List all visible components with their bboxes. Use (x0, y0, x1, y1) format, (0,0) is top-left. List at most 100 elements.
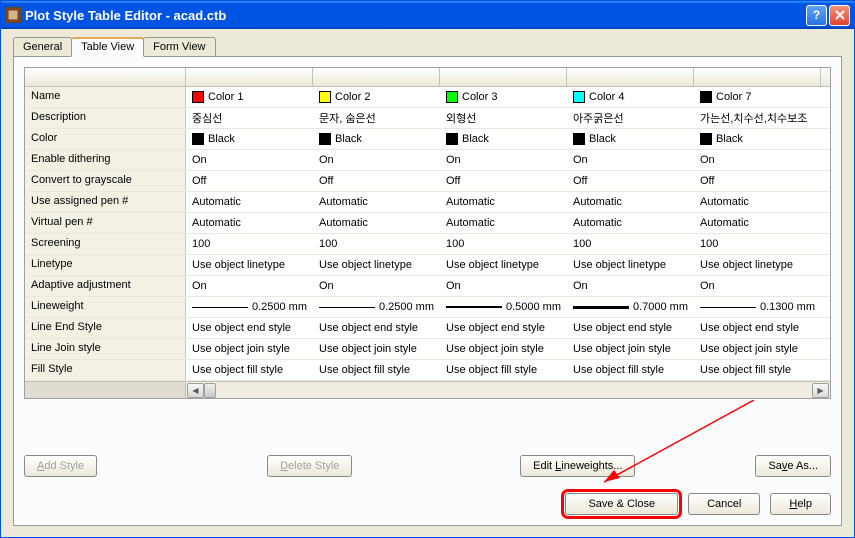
grid-cell[interactable]: Use object fill style (694, 360, 821, 380)
grid-cell[interactable]: Color 7 (694, 87, 821, 107)
grid-cell[interactable]: 100 (567, 234, 694, 254)
grid-cell[interactable]: Use object end style (567, 318, 694, 338)
grid-cell[interactable]: On (694, 150, 821, 170)
grid-cell[interactable]: Black (694, 129, 821, 149)
grid-cell[interactable]: Use object linetype (313, 255, 440, 275)
save-as-button[interactable]: Save As... (755, 455, 831, 477)
grid-cell[interactable]: On (313, 276, 440, 296)
grid-header-col[interactable] (186, 68, 313, 86)
grid-cell[interactable]: 0.1300 mm (694, 297, 821, 317)
scroll-thumb[interactable] (204, 383, 216, 398)
grid-cell[interactable]: Automatic (440, 213, 567, 233)
grid-cell[interactable]: Automatic (694, 213, 821, 233)
grid-cell[interactable]: Color 4 (567, 87, 694, 107)
row-label: Line End Style (25, 318, 186, 338)
cancel-button[interactable]: Cancel (688, 493, 760, 515)
grid-cell[interactable]: Use object fill style (567, 360, 694, 380)
grid-cell[interactable]: 100 (440, 234, 567, 254)
grid-cell[interactable]: 아주굵은선 (567, 108, 694, 128)
tab-form-view[interactable]: Form View (143, 37, 215, 56)
grid-cell[interactable]: 100 (186, 234, 313, 254)
grid-cell[interactable]: Use object linetype (440, 255, 567, 275)
grid-cell[interactable]: 0.2500 mm (186, 297, 313, 317)
row-label: Lineweight (25, 297, 186, 317)
tab-general[interactable]: General (13, 37, 72, 56)
save-close-button[interactable]: Save & Close (565, 493, 678, 515)
grid-cell[interactable]: Automatic (313, 213, 440, 233)
grid-header-col[interactable] (313, 68, 440, 86)
grid-cell[interactable]: Use object join style (567, 339, 694, 359)
grid-cell[interactable]: Color 1 (186, 87, 313, 107)
grid-cell[interactable]: Black (440, 129, 567, 149)
grid-cell[interactable]: Use object linetype (694, 255, 821, 275)
grid-cell[interactable]: Use object end style (186, 318, 313, 338)
grid-cell[interactable]: 문자, 숨은선 (313, 108, 440, 128)
grid-cell[interactable]: Automatic (694, 192, 821, 212)
grid-cell[interactable]: On (694, 276, 821, 296)
close-icon (835, 10, 845, 20)
grid-cell[interactable]: On (313, 150, 440, 170)
grid-cell[interactable]: Use object linetype (567, 255, 694, 275)
grid-cell[interactable]: Automatic (313, 192, 440, 212)
grid-cell[interactable]: Black (567, 129, 694, 149)
grid-cell[interactable]: 0.7000 mm (567, 297, 694, 317)
grid-cell[interactable]: Automatic (186, 213, 313, 233)
grid-cell[interactable]: Automatic (567, 213, 694, 233)
grid-cell[interactable]: Black (313, 129, 440, 149)
grid-header-col[interactable] (694, 68, 821, 86)
grid-cell[interactable]: Automatic (440, 192, 567, 212)
edit-lineweights-button[interactable]: Edit Lineweights... (520, 455, 635, 477)
grid-cell[interactable]: Use object join style (186, 339, 313, 359)
grid-cell[interactable]: Off (186, 171, 313, 191)
row-label: Description (25, 108, 186, 128)
scroll-right-button[interactable]: ▶ (812, 383, 829, 398)
titlebar-close-button[interactable] (829, 5, 850, 26)
grid-cell[interactable]: Use object fill style (313, 360, 440, 380)
grid-cell[interactable]: 0.2500 mm (313, 297, 440, 317)
cell-text: 0.5000 mm (506, 301, 561, 313)
grid-cell[interactable]: Use object join style (440, 339, 567, 359)
grid-cell[interactable]: Off (313, 171, 440, 191)
grid-cell[interactable]: On (567, 150, 694, 170)
dialog-window: Plot Style Table Editor - acad.ctb ? Gen… (0, 0, 855, 538)
grid-cell[interactable]: 0.5000 mm (440, 297, 567, 317)
grid-cell[interactable]: Use object end style (694, 318, 821, 338)
add-style-button[interactable]: Add Style (24, 455, 97, 477)
grid-cell[interactable]: 가는선,치수선,치수보조 (694, 108, 821, 128)
grid-cell[interactable]: Black (186, 129, 313, 149)
grid-cell[interactable]: Use object linetype (186, 255, 313, 275)
grid-cell[interactable]: Use object join style (694, 339, 821, 359)
grid-header-label[interactable] (25, 68, 186, 86)
grid-cell[interactable]: Use object join style (313, 339, 440, 359)
grid-cell[interactable]: On (440, 276, 567, 296)
scroll-left-button[interactable]: ◀ (187, 383, 204, 398)
grid-cell[interactable]: Off (567, 171, 694, 191)
titlebar-help-button[interactable]: ? (806, 5, 827, 26)
grid-cell[interactable]: On (440, 150, 567, 170)
grid-cell[interactable]: 외형선 (440, 108, 567, 128)
grid-cell[interactable]: Off (440, 171, 567, 191)
grid-cell[interactable]: Use object fill style (440, 360, 567, 380)
titlebar[interactable]: Plot Style Table Editor - acad.ctb ? (1, 1, 854, 29)
cell-text: Color 1 (208, 91, 243, 103)
grid-cell[interactable]: Use object fill style (186, 360, 313, 380)
grid-cell[interactable]: On (186, 150, 313, 170)
grid-cell[interactable]: On (567, 276, 694, 296)
grid-cell[interactable]: On (186, 276, 313, 296)
help-button[interactable]: Help (770, 493, 831, 515)
grid-cell[interactable]: Color 3 (440, 87, 567, 107)
grid-header-col[interactable] (567, 68, 694, 86)
grid-cell[interactable]: Use object end style (313, 318, 440, 338)
grid-cell[interactable]: 100 (694, 234, 821, 254)
grid-row: Line End StyleUse object end styleUse ob… (25, 318, 830, 339)
grid-cell[interactable]: Automatic (186, 192, 313, 212)
grid-cell[interactable]: 중심선 (186, 108, 313, 128)
grid-cell[interactable]: Color 2 (313, 87, 440, 107)
grid-cell[interactable]: Automatic (567, 192, 694, 212)
tab-table-view[interactable]: Table View (71, 37, 144, 57)
grid-cell[interactable]: 100 (313, 234, 440, 254)
delete-style-button[interactable]: Delete Style (267, 455, 352, 477)
grid-cell[interactable]: Use object end style (440, 318, 567, 338)
grid-cell[interactable]: Off (694, 171, 821, 191)
grid-header-col[interactable] (440, 68, 567, 86)
